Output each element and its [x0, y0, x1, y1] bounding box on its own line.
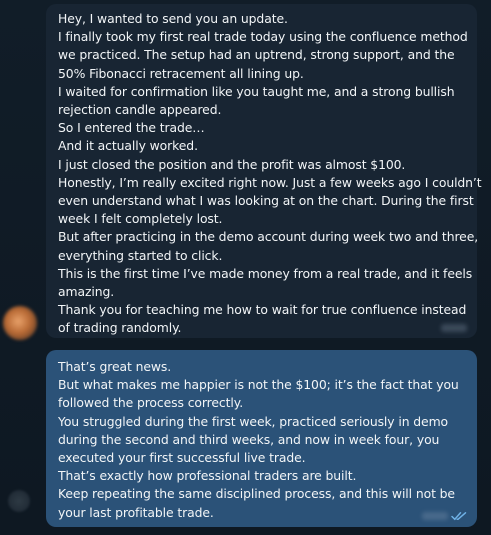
message-timestamp-redacted — [422, 512, 448, 520]
outgoing-message-text: That’s great news. But what makes me hap… — [58, 358, 467, 522]
message-line: your last profitable trade. — [58, 504, 214, 520]
message-line: Thank you for teaching me how to wait fo… — [58, 302, 467, 318]
message-line: I finally took my first real trade today… — [58, 29, 468, 45]
outgoing-message-bubble[interactable]: That’s great news. But what makes me hap… — [46, 350, 477, 527]
message-line: Honestly, I’m really excited right now. … — [58, 174, 482, 190]
message-line: This is the first time I’ve made money f… — [58, 265, 473, 281]
message-line: followed the process correctly. — [58, 395, 244, 411]
message-line: And it actually worked. — [58, 138, 198, 154]
double-check-icon — [451, 512, 467, 521]
message-line: we practiced. The setup had an uptrend, … — [58, 47, 455, 63]
message-line: But what makes me happier is not the $10… — [58, 377, 459, 393]
incoming-message-meta — [441, 324, 467, 332]
message-line: But after practicing in the demo account… — [58, 229, 479, 245]
own-avatar[interactable] — [8, 490, 30, 512]
message-line: You struggled during the first week, pra… — [58, 413, 449, 429]
incoming-message-bubble[interactable]: Hey, I wanted to send you an update. I f… — [46, 4, 482, 338]
outgoing-message-meta — [422, 511, 467, 521]
incoming-message-text: Hey, I wanted to send you an update. I f… — [58, 10, 482, 338]
message-line: So I entered the trade… — [58, 120, 205, 136]
message-line: during the second and third weeks, and n… — [58, 431, 440, 447]
message-line: week I felt completely lost. — [58, 211, 223, 227]
message-line: everything started to click. — [58, 247, 223, 263]
chat-background: Hey, I wanted to send you an update. I f… — [0, 0, 491, 535]
message-line: I just closed the position and the profi… — [58, 156, 406, 172]
message-line: That’s great news. — [58, 359, 172, 374]
message-line: amazing. — [58, 284, 115, 300]
message-line: even understand what I was looking at on… — [58, 193, 474, 209]
message-line: Hey, I wanted to send you an update. — [58, 11, 288, 26]
message-line: of trading randomly. — [58, 320, 182, 336]
message-line: That’s exactly how professional traders … — [58, 468, 357, 484]
sender-avatar[interactable] — [3, 306, 37, 340]
message-line: 50% Fibonacci retracement all lining up. — [58, 65, 304, 81]
message-line: Keep repeating the same disciplined proc… — [58, 486, 455, 502]
message-line: rejection candle appeared. — [58, 102, 222, 118]
message-line: executed your first successful live trad… — [58, 450, 306, 466]
message-line: I waited for confirmation like you taugh… — [58, 83, 455, 99]
message-timestamp-redacted — [441, 324, 467, 332]
